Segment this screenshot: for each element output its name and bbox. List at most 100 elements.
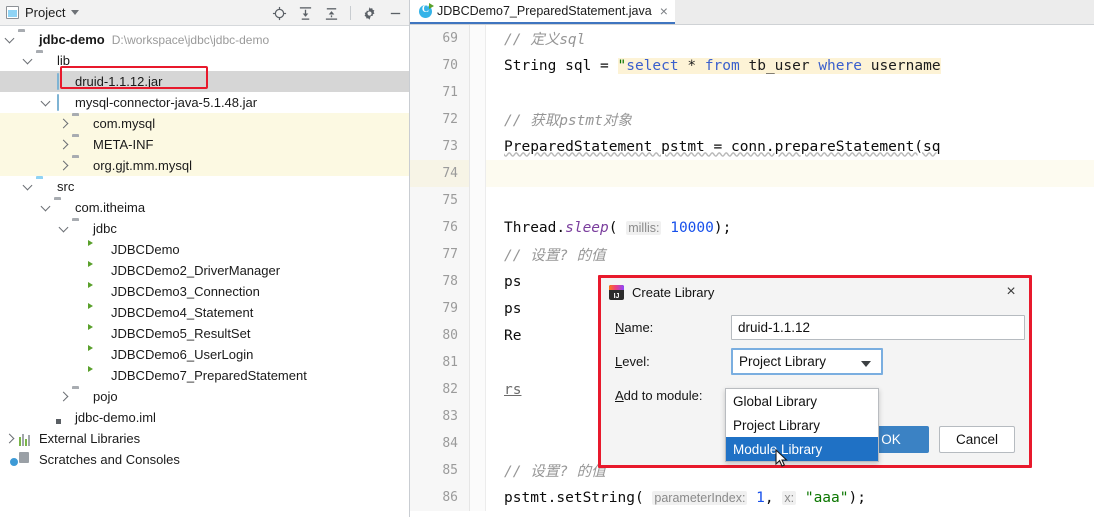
code-line-current: 74 xyxy=(410,160,1094,187)
tree-node-label: JDBCDemo3_Connection xyxy=(111,284,260,299)
expand-all-icon[interactable] xyxy=(298,6,313,21)
dropdown-option[interactable]: Global Library xyxy=(726,389,878,413)
jar-icon xyxy=(57,94,59,111)
fold-gutter[interactable] xyxy=(470,457,486,484)
tree-row[interactable]: druid-1.1.12.jar xyxy=(0,71,409,92)
tree-row[interactable]: jdbc-demoD:\workspace\jdbc\jdbc-demo xyxy=(0,29,409,50)
line-number: 70 xyxy=(410,52,470,79)
chevron-down-icon[interactable] xyxy=(71,10,79,15)
chevron-down-icon[interactable] xyxy=(861,361,871,367)
chevron-right-icon[interactable] xyxy=(58,138,71,151)
chevron-right-icon[interactable] xyxy=(58,159,71,172)
line-number: 80 xyxy=(410,322,470,349)
tree-node-label: pojo xyxy=(93,389,118,404)
tree-row[interactable]: mysql-connector-java-5.1.48.jar xyxy=(0,92,409,113)
line-number: 83 xyxy=(410,403,470,430)
tree-node-icon xyxy=(18,32,34,48)
cancel-button[interactable]: Cancel xyxy=(939,426,1015,453)
tree-node-icon xyxy=(90,284,106,300)
tree-row[interactable]: JDBCDemo2_DriverManager xyxy=(0,260,409,281)
parameter-hint: parameterIndex: xyxy=(652,491,747,505)
name-input[interactable]: druid-1.1.12 xyxy=(731,315,1025,340)
tree-row[interactable]: External Libraries xyxy=(0,428,409,449)
code-line: 76 Thread.sleep( millis: 10000); xyxy=(410,214,1094,241)
tree-row[interactable]: src xyxy=(0,176,409,197)
code-content: // 定义sql xyxy=(486,25,1094,52)
fold-gutter[interactable] xyxy=(470,241,486,268)
tree-row[interactable]: lib xyxy=(0,50,409,71)
line-number: 85 xyxy=(410,457,470,484)
tree-node-icon xyxy=(90,347,106,363)
jar-icon xyxy=(57,73,59,90)
tree-row[interactable]: JDBCDemo7_PreparedStatement xyxy=(0,365,409,386)
comment-text: // 设置? 的值 xyxy=(504,460,606,481)
gear-icon[interactable] xyxy=(362,6,377,21)
chevron-right-icon[interactable] xyxy=(4,432,17,445)
code-content: String sql = "select * from tb_user wher… xyxy=(486,52,1094,79)
dropdown-option[interactable]: Module Library xyxy=(726,437,878,461)
fold-gutter[interactable] xyxy=(470,25,486,52)
project-title-group[interactable]: Project xyxy=(6,5,79,20)
code-content xyxy=(486,79,1094,106)
tree-row[interactable]: JDBCDemo xyxy=(0,239,409,260)
parameter-hint: x: xyxy=(782,491,796,505)
fold-gutter[interactable] xyxy=(470,187,486,214)
tree-row[interactable]: pojo xyxy=(0,386,409,407)
fold-gutter[interactable] xyxy=(470,376,486,403)
code-token: rs xyxy=(504,382,521,398)
line-number: 73 xyxy=(410,133,470,160)
create-library-dialog-annotation-box: Create Library × Name: druid-1.1.12 Leve… xyxy=(598,275,1032,468)
name-label: Name: xyxy=(615,320,731,335)
fold-gutter[interactable] xyxy=(470,349,486,376)
chevron-down-icon[interactable] xyxy=(40,96,53,109)
minimize-icon[interactable] xyxy=(388,6,403,21)
tree-row[interactable]: jdbc xyxy=(0,218,409,239)
tree-row[interactable]: Scratches and Consoles xyxy=(0,449,409,470)
sql-text: * xyxy=(679,58,705,74)
locate-icon[interactable] xyxy=(272,6,287,21)
tree-row[interactable]: JDBCDemo5_ResultSet xyxy=(0,323,409,344)
fold-gutter[interactable] xyxy=(470,160,486,187)
tree-node-icon xyxy=(54,95,70,111)
fold-gutter[interactable] xyxy=(470,430,486,457)
tree-row[interactable]: com.mysql xyxy=(0,113,409,134)
code-token: ); xyxy=(849,490,866,506)
tree-node-label: org.gjt.mm.mysql xyxy=(93,158,192,173)
fold-gutter[interactable] xyxy=(470,268,486,295)
tree-node-icon xyxy=(72,116,88,132)
tree-row[interactable]: org.gjt.mm.mysql xyxy=(0,155,409,176)
code-content: PreparedStatement pstmt = conn.prepareSt… xyxy=(486,133,1094,160)
tree-node-icon xyxy=(72,158,88,174)
dialog-title-bar: Create Library × xyxy=(601,278,1029,307)
level-field-row: Level: Project Library xyxy=(601,347,1029,375)
fold-gutter[interactable] xyxy=(470,106,486,133)
close-icon[interactable]: × xyxy=(1002,283,1020,301)
tree-row[interactable]: JDBCDemo4_Statement xyxy=(0,302,409,323)
tree-row[interactable]: JDBCDemo3_Connection xyxy=(0,281,409,302)
fold-gutter[interactable] xyxy=(470,214,486,241)
fold-gutter[interactable] xyxy=(470,322,486,349)
fold-gutter[interactable] xyxy=(470,295,486,322)
level-combobox[interactable]: Project Library xyxy=(731,348,883,375)
tree-row[interactable]: JDBCDemo6_UserLogin xyxy=(0,344,409,365)
chevron-down-icon[interactable] xyxy=(22,180,35,193)
chevron-down-icon[interactable] xyxy=(22,54,35,67)
line-number: 86 xyxy=(410,484,470,511)
tree-node-label: JDBCDemo xyxy=(111,242,180,257)
tree-row[interactable]: META-INF xyxy=(0,134,409,155)
fold-gutter[interactable] xyxy=(470,79,486,106)
fold-gutter[interactable] xyxy=(470,484,486,511)
dropdown-option[interactable]: Project Library xyxy=(726,413,878,437)
tree-node-path: D:\workspace\jdbc\jdbc-demo xyxy=(112,33,269,47)
tree-row[interactable]: jdbc-demo.iml xyxy=(0,407,409,428)
project-tool-window: Project xyxy=(0,0,410,517)
fold-gutter[interactable] xyxy=(470,133,486,160)
fold-gutter[interactable] xyxy=(470,52,486,79)
level-label: Level: xyxy=(615,354,731,369)
chevron-right-icon[interactable] xyxy=(58,117,71,130)
close-icon[interactable]: × xyxy=(660,4,668,18)
editor-tab-jdbcdemo7[interactable]: JDBCDemo7_PreparedStatement.java × xyxy=(410,0,675,24)
tree-row[interactable]: com.itheima xyxy=(0,197,409,218)
fold-gutter[interactable] xyxy=(470,403,486,430)
collapse-all-icon[interactable] xyxy=(324,6,339,21)
